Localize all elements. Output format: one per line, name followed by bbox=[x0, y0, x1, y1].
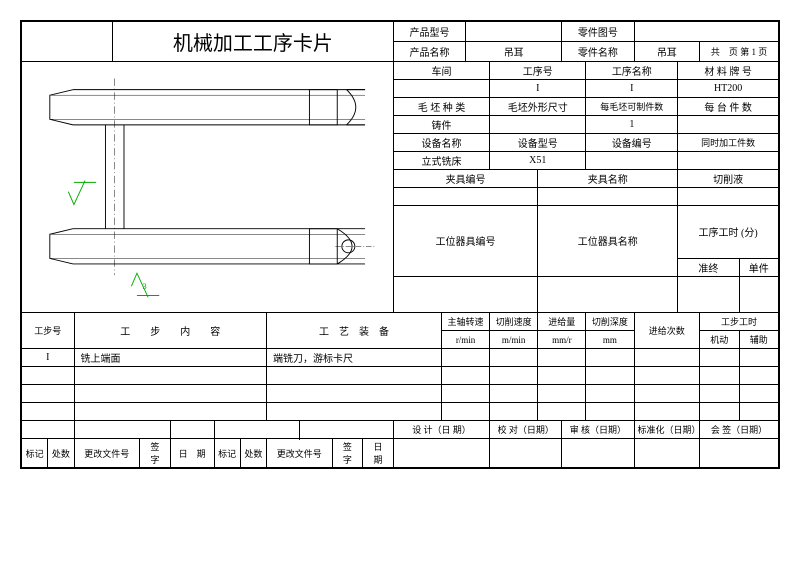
feed-header: 进给量 bbox=[538, 313, 586, 331]
change-doc-label: 更改文件号 bbox=[74, 439, 140, 468]
per-machine-label: 每 台 件 数 bbox=[678, 98, 779, 116]
equip-no bbox=[586, 152, 678, 170]
blank-dim bbox=[490, 116, 586, 134]
equip-no-label: 设备编号 bbox=[586, 134, 678, 152]
step-row bbox=[22, 403, 779, 421]
machine-time-header: 机动 bbox=[700, 331, 739, 349]
qty-label: 处数 bbox=[48, 439, 74, 468]
fixture-no bbox=[393, 188, 537, 206]
product-model-label: 产品型号 bbox=[393, 22, 465, 42]
prep-time bbox=[678, 276, 739, 313]
tool-no-label: 工位器具编号 bbox=[393, 206, 537, 277]
step-content-header: 工 步 内 容 bbox=[74, 313, 267, 349]
change-doc-label-2: 更改文件号 bbox=[267, 439, 333, 468]
mark-label-2: 标记 bbox=[214, 439, 240, 468]
form-title: 机械加工工序卡片 bbox=[112, 22, 393, 62]
spindle-speed-unit: r/min bbox=[442, 331, 490, 349]
sign-label: 会 签（日期） bbox=[700, 421, 779, 439]
unit-time bbox=[739, 276, 779, 313]
proc-name: I bbox=[586, 80, 678, 98]
page-info: 共 页 第 1 页 bbox=[700, 42, 779, 62]
feed-unit: mm/r bbox=[538, 331, 586, 349]
proc-no: I bbox=[490, 80, 586, 98]
audit-label: 审 核（日期） bbox=[562, 421, 634, 439]
prep-label: 准终 bbox=[678, 258, 739, 276]
part-name-label: 零件名称 bbox=[562, 42, 634, 62]
design-label: 设 计（日 期） bbox=[393, 421, 489, 439]
step-equip: 端铣刀，游标卡尺 bbox=[267, 349, 442, 367]
cut-depth-header: 切削深度 bbox=[586, 313, 634, 331]
equip-name-label: 设备名称 bbox=[393, 134, 489, 152]
proc-name-label: 工序名称 bbox=[586, 62, 678, 80]
cut-speed-header: 切削速度 bbox=[490, 313, 538, 331]
spindle-speed-header: 主轴转速 bbox=[442, 313, 490, 331]
sig-label: 签 字 bbox=[140, 439, 171, 468]
step-row bbox=[22, 367, 779, 385]
step-row bbox=[22, 385, 779, 403]
date-label: 日 期 bbox=[170, 439, 214, 468]
step-time-header: 工步工时 bbox=[700, 313, 779, 331]
date-label-2: 日 期 bbox=[363, 439, 394, 468]
per-machine bbox=[678, 116, 779, 134]
step-row: I 铣上端面 端铣刀，游标卡尺 bbox=[22, 349, 779, 367]
step-content: 铣上端面 bbox=[74, 349, 267, 367]
tool-no bbox=[393, 276, 537, 313]
check-label: 校 对（日期） bbox=[490, 421, 562, 439]
process-equip-header: 工 艺 装 备 bbox=[267, 313, 442, 349]
product-name-label: 产品名称 bbox=[393, 42, 465, 62]
mark-label: 标记 bbox=[22, 439, 48, 468]
fixture-no-label: 夹具编号 bbox=[393, 170, 537, 188]
blank-qty: 1 bbox=[586, 116, 678, 134]
material: HT200 bbox=[678, 80, 779, 98]
workshop bbox=[393, 80, 489, 98]
standard-label: 标准化（日期） bbox=[634, 421, 700, 439]
tool-name bbox=[538, 276, 678, 313]
proc-time-label: 工序工时 (分) bbox=[678, 206, 779, 259]
equip-name: 立式铣床 bbox=[393, 152, 489, 170]
cut-depth-unit: mm bbox=[586, 331, 634, 349]
unit-label: 单件 bbox=[739, 258, 779, 276]
simul-parts bbox=[678, 152, 779, 170]
proc-no-label: 工序号 bbox=[490, 62, 586, 80]
sig-label-2: 签 字 bbox=[332, 439, 363, 468]
fixture-name bbox=[538, 188, 678, 206]
blank-dim-label: 毛坯外形尺寸 bbox=[490, 98, 586, 116]
fixture-name-label: 夹具名称 bbox=[538, 170, 678, 188]
part-name: 吊耳 bbox=[634, 42, 700, 62]
equip-model-label: 设备型号 bbox=[490, 134, 586, 152]
cut-speed-unit: m/min bbox=[490, 331, 538, 349]
part-drawing-no bbox=[634, 22, 779, 42]
equip-model: X51 bbox=[490, 152, 586, 170]
qty-label-2: 处数 bbox=[240, 439, 266, 468]
step-no-header: 工步号 bbox=[22, 313, 75, 349]
step-no: I bbox=[22, 349, 75, 367]
product-model bbox=[466, 22, 562, 42]
technical-drawing: 3 bbox=[22, 62, 394, 313]
coolant-label: 切削液 bbox=[678, 170, 779, 188]
aux-time-header: 辅助 bbox=[739, 331, 779, 349]
material-label: 材 料 牌 号 bbox=[678, 62, 779, 80]
feed-count-header: 进给次数 bbox=[634, 313, 700, 349]
blank-type: 铸件 bbox=[393, 116, 489, 134]
part-drawing-no-label: 零件图号 bbox=[562, 22, 634, 42]
blank-type-label: 毛 坯 种 类 bbox=[393, 98, 489, 116]
simul-parts-label: 同时加工件数 bbox=[678, 134, 779, 152]
svg-text:3: 3 bbox=[143, 282, 147, 291]
coolant bbox=[678, 188, 779, 206]
workshop-label: 车间 bbox=[393, 62, 489, 80]
blank-qty-label: 每毛坯可制件数 bbox=[586, 98, 678, 116]
product-name: 吊耳 bbox=[466, 42, 562, 62]
tool-name-label: 工位器具名称 bbox=[538, 206, 678, 277]
